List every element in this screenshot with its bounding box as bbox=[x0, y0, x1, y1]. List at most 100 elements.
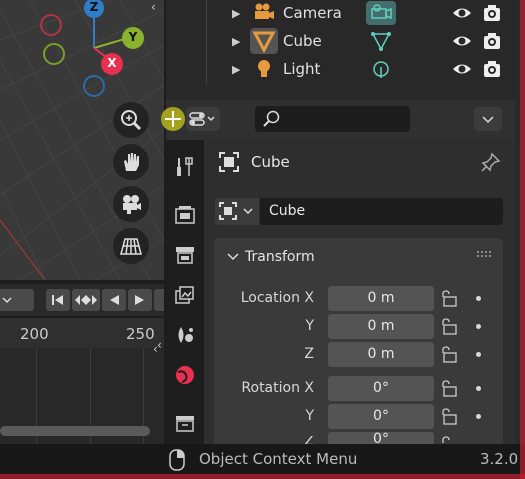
transform-title: Transform bbox=[245, 249, 315, 265]
drag-handle-icon[interactable] bbox=[477, 251, 493, 259]
object-name-field[interactable]: Cube bbox=[260, 198, 503, 225]
cube-object-icon bbox=[250, 28, 278, 54]
camera-object-icon bbox=[255, 3, 274, 19]
jump-start-button[interactable] bbox=[46, 289, 70, 311]
gizmo-y-label: Y bbox=[128, 30, 138, 44]
transform-panel-header[interactable]: Transform bbox=[214, 238, 503, 276]
outliner: ▶ Camera ▶ Cube ▶ Light bbox=[166, 0, 515, 100]
keyframe-dot[interactable] bbox=[476, 352, 481, 357]
tab-collection[interactable] bbox=[174, 412, 196, 434]
keyframe-dot[interactable] bbox=[476, 386, 481, 391]
properties-header bbox=[166, 100, 515, 140]
pan-button[interactable] bbox=[113, 144, 149, 180]
object-icon bbox=[219, 202, 253, 220]
eye-icon[interactable] bbox=[452, 32, 472, 50]
play-reverse-button[interactable] bbox=[102, 289, 126, 311]
gizmo-x-label: X bbox=[107, 56, 117, 70]
expand-arrow-icon[interactable]: ▶ bbox=[232, 63, 240, 76]
version-label: 3.2.0 bbox=[480, 450, 519, 468]
keyframe-jump-button[interactable] bbox=[72, 289, 100, 311]
window-border bbox=[0, 474, 525, 479]
light-data-icon[interactable] bbox=[370, 59, 392, 81]
cursor-move-icon bbox=[161, 107, 185, 131]
world-icon bbox=[176, 366, 194, 384]
camera-render-icon[interactable] bbox=[482, 3, 502, 23]
tab-render[interactable] bbox=[174, 204, 196, 226]
tab-scene[interactable] bbox=[174, 324, 196, 346]
jump-end-button[interactable] bbox=[154, 289, 164, 311]
axis-gizmo[interactable] bbox=[30, 0, 150, 100]
lock-icon[interactable] bbox=[440, 318, 460, 336]
gizmo-z-label: Z bbox=[89, 0, 99, 14]
location-x-field[interactable]: 0 m bbox=[328, 286, 434, 311]
location-z-field[interactable]: 0 m bbox=[328, 342, 434, 367]
lock-icon[interactable] bbox=[440, 380, 460, 398]
chevron-down-icon bbox=[2, 297, 12, 304]
camera-view-icon bbox=[123, 195, 141, 214]
playback-dropdown[interactable] bbox=[0, 289, 34, 311]
status-context-menu: Object Context Menu bbox=[199, 450, 358, 468]
mesh-data-icon[interactable] bbox=[370, 30, 392, 52]
search-icon bbox=[263, 110, 280, 127]
collapse-arrow-icon[interactable]: ‹ bbox=[151, 0, 164, 18]
object-data-selector[interactable] bbox=[215, 198, 259, 225]
rotation-x-field[interactable]: 0° bbox=[328, 376, 434, 401]
lock-icon[interactable] bbox=[440, 436, 460, 444]
light-object-icon bbox=[258, 60, 270, 77]
zoom-button[interactable] bbox=[113, 102, 149, 138]
outliner-row-light[interactable]: ▶ Light bbox=[166, 56, 515, 84]
timeline-body[interactable]: 200 250 ‹ bbox=[0, 318, 164, 444]
collection-icon bbox=[176, 416, 194, 432]
properties-tabs bbox=[166, 140, 204, 444]
rotation-y-field[interactable]: 0° bbox=[328, 404, 434, 429]
object-name-value: Cube bbox=[269, 203, 306, 219]
location-z-label: Z bbox=[304, 346, 314, 362]
expand-arrow-icon[interactable]: ▶ bbox=[232, 35, 240, 48]
tab-view-layer[interactable] bbox=[174, 284, 196, 306]
eye-icon[interactable] bbox=[452, 4, 472, 22]
tab-output[interactable] bbox=[174, 244, 196, 266]
camera-view-button[interactable] bbox=[113, 186, 149, 222]
keyframe-dot[interactable] bbox=[476, 296, 481, 301]
location-y-field[interactable]: 0 m bbox=[328, 314, 434, 339]
camera-render-icon[interactable] bbox=[482, 31, 502, 51]
3d-viewport[interactable]: Z Y X ‹ bbox=[0, 0, 164, 280]
camera-render-icon[interactable] bbox=[482, 59, 502, 79]
timeline-tick: 200 bbox=[20, 325, 49, 343]
chevron-down-icon bbox=[227, 253, 239, 261]
outliner-row-camera[interactable]: ▶ Camera bbox=[166, 0, 515, 28]
lock-icon[interactable] bbox=[440, 408, 460, 426]
play-button[interactable] bbox=[128, 289, 152, 311]
options-dropdown[interactable] bbox=[474, 107, 502, 131]
hand-icon bbox=[124, 153, 139, 171]
zoom-icon bbox=[121, 110, 142, 131]
timeline-scrollbar[interactable] bbox=[0, 426, 150, 436]
tab-world[interactable] bbox=[174, 364, 196, 386]
location-y-label: Y bbox=[305, 318, 314, 334]
outliner-row-cube[interactable]: ▶ Cube bbox=[166, 28, 515, 56]
keyframe-dot[interactable] bbox=[476, 414, 481, 419]
outliner-item-label: Camera bbox=[283, 4, 342, 22]
editor-type-dropdown[interactable] bbox=[186, 107, 220, 131]
lock-icon[interactable] bbox=[440, 346, 460, 364]
expand-arrow-icon[interactable]: ▶ bbox=[232, 7, 240, 20]
chevron-down-icon bbox=[482, 116, 494, 124]
tool-icon bbox=[177, 157, 193, 176]
properties-search-input[interactable] bbox=[255, 106, 410, 132]
object-name-title: Cube bbox=[251, 153, 290, 171]
keyframe-dot[interactable] bbox=[476, 324, 481, 329]
collapse-arrow-icon[interactable]: ‹ bbox=[157, 338, 166, 360]
perspective-toggle-button[interactable] bbox=[113, 228, 149, 264]
output-icon bbox=[176, 247, 194, 264]
tab-tool[interactable] bbox=[174, 156, 196, 178]
rotation-x-label: Rotation X bbox=[241, 380, 314, 396]
object-icon bbox=[219, 152, 239, 172]
jump-start-icon bbox=[52, 295, 63, 305]
render-icon bbox=[175, 206, 195, 224]
pin-icon[interactable] bbox=[481, 152, 501, 172]
camera-data-button[interactable] bbox=[366, 1, 396, 25]
eye-icon[interactable] bbox=[452, 60, 472, 78]
lock-icon[interactable] bbox=[440, 290, 460, 308]
rotation-z-field[interactable]: 0° bbox=[328, 432, 434, 444]
keyframe-icon bbox=[75, 295, 97, 305]
